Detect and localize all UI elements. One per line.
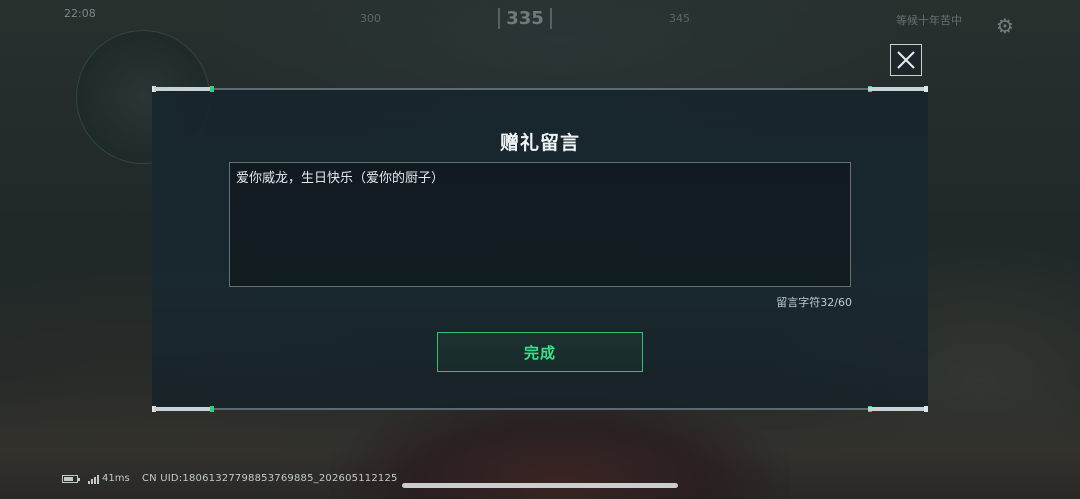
close-button[interactable] (890, 44, 922, 76)
latency: 41ms (102, 473, 130, 484)
signal-icon (88, 474, 100, 484)
close-icon (897, 51, 915, 69)
dialog-title: 赠礼留言 (499, 132, 580, 154)
message-textarea[interactable]: 爱你威龙，生日快乐（爱你的厨子） (229, 162, 851, 287)
status-bar: 41ms CN UID:18061327798853769885_2026051… (0, 470, 1080, 492)
home-indicator[interactable] (402, 483, 678, 488)
char-count: 留言字符32/60 (776, 296, 852, 309)
dialog-top-border (152, 86, 928, 92)
message-text: 爱你威龙，生日快乐（爱你的厨子） (236, 171, 445, 186)
confirm-button-label: 完成 (523, 343, 556, 362)
gift-message-dialog: 赠礼留言 爱你威龙，生日快乐（爱你的厨子） 留言字符32/60 完成 (152, 86, 928, 412)
dialog-bottom-border (152, 406, 928, 412)
user-uid: CN UID:18061327798853769885_202605112125 (142, 473, 398, 484)
battery-icon (62, 475, 80, 483)
confirm-button[interactable]: 完成 (437, 332, 643, 372)
